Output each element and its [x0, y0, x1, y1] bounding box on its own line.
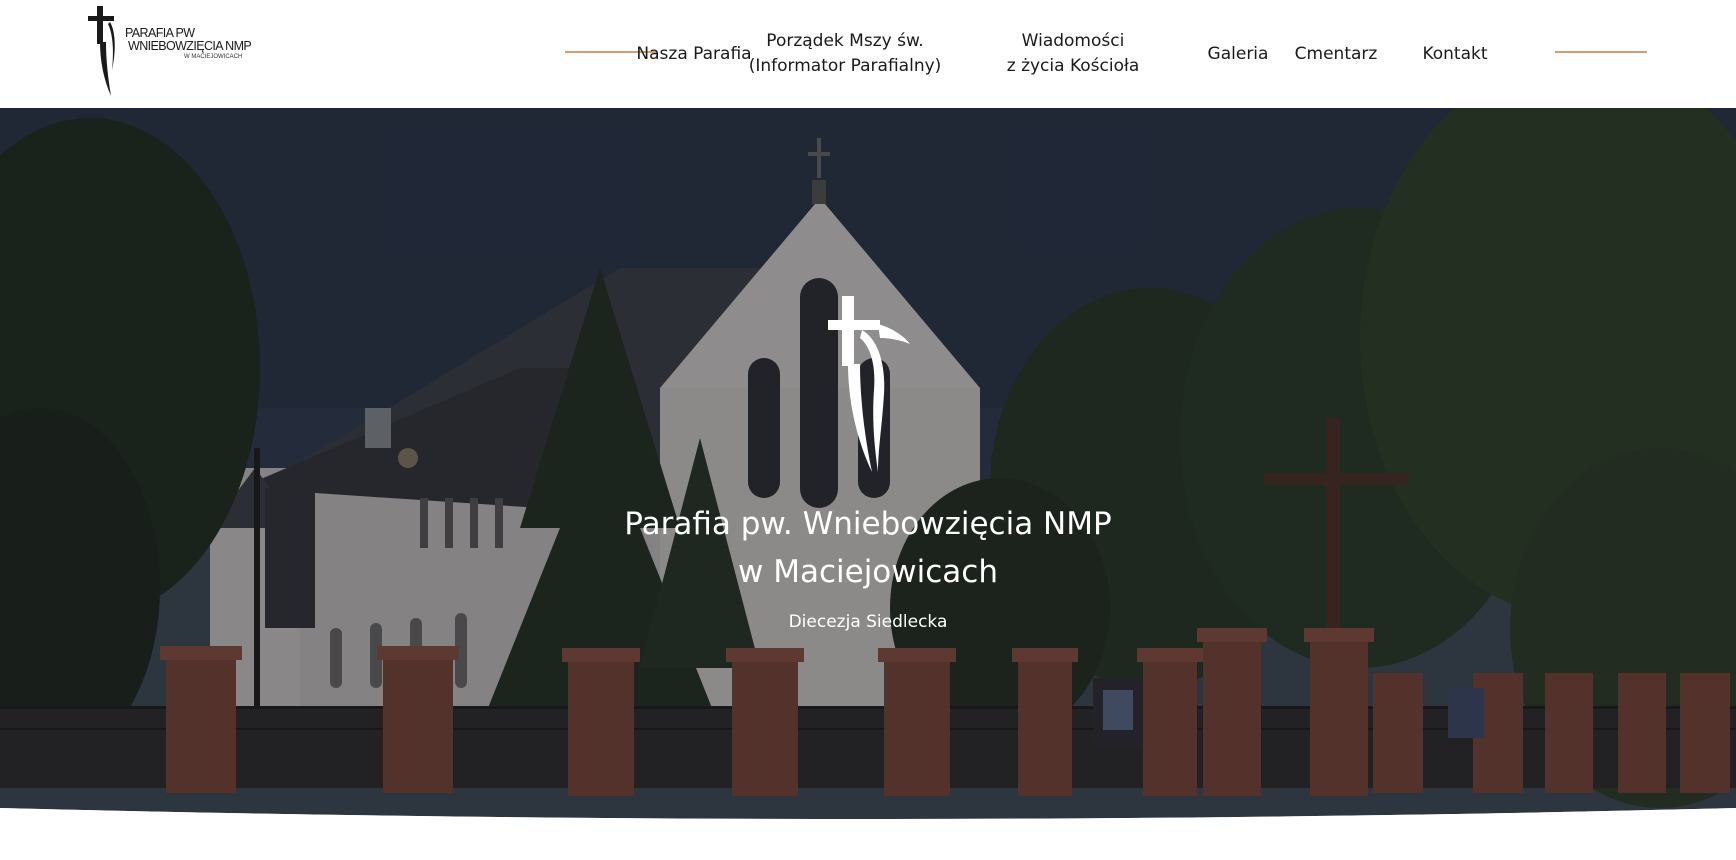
hero-title-line1: Parafia pw. Wniebowzięcia NMP — [624, 506, 1112, 542]
nav-item-label: Kontakt — [1422, 43, 1488, 64]
logo-text-line1: PARAFIA PW — [125, 26, 195, 40]
nav-item-cmentarz[interactable]: Cmentarz — [1295, 0, 1378, 108]
hero-overlay — [0, 108, 1736, 860]
nav-item-nasza-parafia[interactable]: Nasza Parafia — [636, 0, 751, 108]
hero-title-line2: w Maciejowicach — [738, 554, 998, 590]
nav-item-label: Galeria — [1207, 43, 1269, 64]
nav-item-galeria[interactable]: Galeria — [1208, 0, 1269, 108]
nav-item-wiadomosci[interactable]: Wiadomości z życia Kościoła — [1007, 0, 1139, 108]
site-header: PARAFIA PW WNIEBOWZIĘCIA NMP W MACIEJOWI… — [0, 0, 1736, 108]
nav-item-label-line2: (Informator Parafialny) — [748, 56, 942, 76]
nav-item-label-line2: z życia Kościoła — [1006, 56, 1140, 76]
cross-icon — [88, 6, 115, 96]
logo-text-line3: W MACIEJOWICACH — [184, 54, 243, 60]
nav-item-kontakt[interactable]: Kontakt — [1422, 0, 1487, 108]
hero-subtitle: Diecezja Siedlecka — [788, 612, 948, 632]
nav-item-label: Cmentarz — [1294, 43, 1378, 64]
site-logo[interactable]: PARAFIA PW WNIEBOWZIĘCIA NMP W MACIEJOWI… — [86, 4, 256, 100]
hero-title: Parafia pw. Wniebowzięcia NMP w Maciejow… — [0, 500, 1736, 596]
nav-item-label-line1: Wiadomości — [1021, 31, 1125, 51]
nav-divider-right — [1555, 51, 1647, 53]
nav-item-label-line1: Porządek Mszy św. — [766, 31, 924, 51]
hero-section: Parafia pw. Wniebowzięcia NMP w Maciejow… — [0, 108, 1736, 860]
section-divider-curve — [0, 808, 1736, 860]
cross-icon — [828, 296, 910, 472]
nav-item-label: Nasza Parafia — [636, 43, 752, 64]
logo-text-line2: WNIEBOWZIĘCIA NMP — [128, 39, 252, 53]
nav-item-porzadek-mszy[interactable]: Porządek Mszy św. (Informator Parafialny… — [749, 0, 942, 108]
